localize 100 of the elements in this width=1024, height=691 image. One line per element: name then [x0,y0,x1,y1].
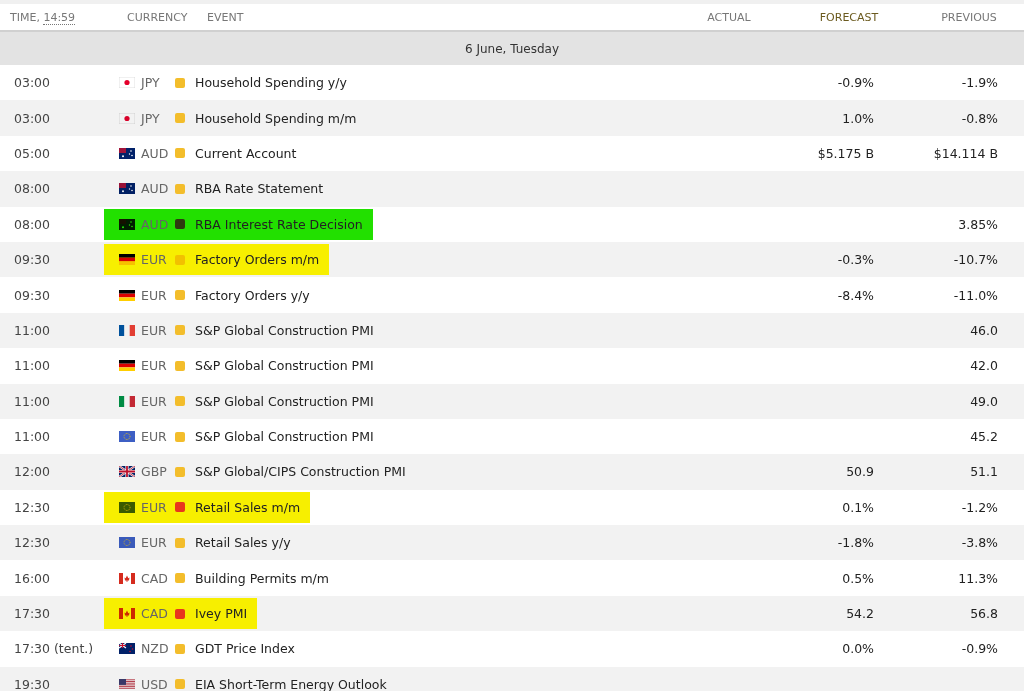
previous-value: 49.0 [969,393,999,409]
event-name[interactable]: S&P Global/CIPS Construction PMI [195,464,406,480]
event-time: 11:00 [14,358,52,374]
forecast-value: 50.9 [845,464,875,480]
flag-icon [119,324,135,336]
previous-value: 45.2 [969,429,999,445]
previous-value: $14.114 B [932,145,999,161]
column-header: TIME, 14:59 [10,10,77,24]
flag-icon [119,289,135,301]
event-time: 08:00 [14,216,52,232]
currency-code: EUR [141,393,168,409]
forecast-value: 1.0% [841,110,875,126]
flag-icon [119,431,135,443]
event-name[interactable]: Ivey PMI [195,606,248,622]
event-time: 12:00 [14,464,52,480]
flag-icon [119,572,135,584]
flag-icon [119,147,135,159]
date-group-header: 6 June, Tuesday [0,32,1024,65]
flag-icon [119,112,135,124]
currency-code: EUR [141,499,168,515]
currency-code: AUD [141,216,170,232]
flag-icon [119,395,135,407]
event-name[interactable]: RBA Interest Rate Decision [195,216,363,232]
currency-code: AUD [141,181,170,197]
event-time: 17:30 [14,606,52,622]
currency-code: EUR [141,429,168,445]
column-header: CURRENCY [127,10,189,24]
event-name[interactable]: Retail Sales m/m [195,499,301,515]
flag-icon [119,537,135,549]
previous-value: 56.8 [969,606,999,622]
event-name[interactable]: S&P Global Construction PMI [195,429,374,445]
flag-icon [119,183,135,195]
previous-value: -0.8% [960,110,999,126]
event-name[interactable]: S&P Global Construction PMI [195,393,374,409]
previous-value: -3.8% [960,535,999,551]
forecast-value: 0.1% [841,499,875,515]
column-header: EVENT [207,10,245,24]
flag-icon [119,77,135,89]
event-name[interactable]: Retail Sales y/y [195,535,291,551]
currency-code: NZD [141,641,170,657]
previous-value: 11.3% [957,570,999,586]
event-time: 16:00 [14,570,52,586]
flag-icon [119,678,135,690]
previous-value: 42.0 [969,358,999,374]
flag-icon [119,466,135,478]
currency-code: EUR [141,535,168,551]
flag-icon [119,643,135,655]
column-header: ACTUAL [706,10,752,24]
event-time: 09:30 [14,287,52,303]
event-time: 03:00 [14,75,52,91]
previous-value: 3.85% [957,216,999,232]
event-name[interactable]: RBA Rate Statement [195,181,324,197]
event-time: 11:00 [14,393,52,409]
previous-value: -0.9% [960,641,999,657]
currency-code: AUD [141,145,170,161]
event-name[interactable]: Current Account [195,145,297,161]
currency-code: GBP [141,464,168,480]
event-name[interactable]: Factory Orders y/y [195,287,310,303]
previous-value: -1.9% [960,75,999,91]
currency-code: EUR [141,322,168,338]
currency-code: EUR [141,358,168,374]
event-time: 09:30 [14,252,52,268]
flag-icon [119,254,135,266]
column-header: FORECAST [818,10,880,24]
event-name[interactable]: GDT Price Index [195,641,295,657]
currency-code: CAD [141,606,169,622]
event-time: 12:30 [14,499,52,515]
flag-icon [119,608,135,620]
previous-value: 46.0 [969,322,999,338]
currency-code: JPY [141,75,161,91]
flag-icon [119,218,135,230]
event-name[interactable]: Household Spending y/y [195,75,347,91]
forecast-value: -1.8% [836,535,875,551]
flag-icon [119,360,135,372]
forecast-value: 54.2 [845,606,875,622]
flag-icon [119,501,135,513]
event-name[interactable]: Factory Orders m/m [195,252,320,268]
event-time: 05:00 [14,145,52,161]
event-name[interactable]: EIA Short-Term Energy Outlook [195,676,387,691]
currency-code: USD [141,676,169,691]
event-name[interactable]: S&P Global Construction PMI [195,322,374,338]
currency-code: EUR [141,287,168,303]
forecast-value: -0.3% [836,252,875,268]
forecast-value: 0.0% [841,641,875,657]
event-name[interactable]: Building Permits m/m [195,570,329,586]
forecast-value: 0.5% [841,570,875,586]
event-time: 19:30 [14,676,52,691]
event-time: 11:00 [14,322,52,338]
forecast-value: -8.4% [836,287,875,303]
event-name[interactable]: Household Spending m/m [195,110,357,126]
event-name[interactable]: S&P Global Construction PMI [195,358,374,374]
column-header: PREVIOUS [940,10,998,24]
previous-value: -11.0% [952,287,999,303]
currency-code: CAD [141,570,169,586]
event-time: 12:30 [14,535,52,551]
currency-code: JPY [141,110,161,126]
event-time: 17:30 (tent.) [14,641,95,657]
event-time: 11:00 [14,429,52,445]
forecast-value: -0.9% [836,75,875,91]
event-time: 03:00 [14,110,52,126]
